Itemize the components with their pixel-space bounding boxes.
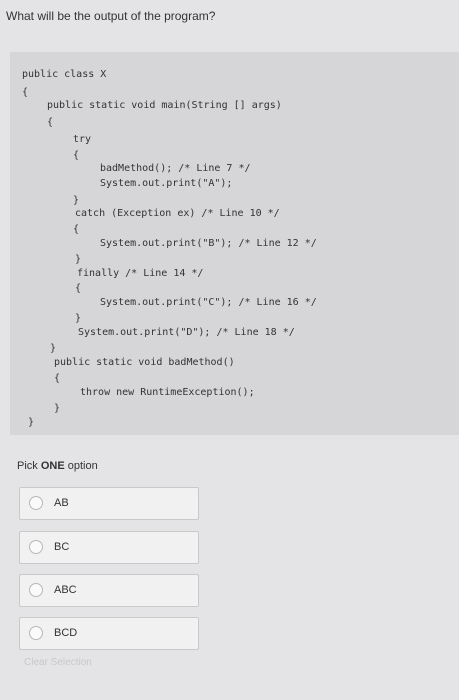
code-line: System.out.print("C"); /* Line 16 */ bbox=[100, 297, 317, 308]
code-line: { bbox=[54, 373, 61, 384]
radio-button[interactable] bbox=[29, 496, 43, 510]
code-line: } bbox=[54, 403, 61, 414]
option-ab[interactable]: AB bbox=[19, 487, 199, 520]
code-line: throw new RuntimeException(); bbox=[80, 387, 255, 398]
option-abc[interactable]: ABC bbox=[19, 574, 199, 607]
option-bc[interactable]: BC bbox=[19, 531, 199, 564]
code-line: catch (Exception ex) /* Line 10 */ bbox=[75, 208, 280, 219]
code-line: { bbox=[73, 224, 80, 235]
pick-suffix: option bbox=[64, 460, 98, 472]
code-line: System.out.print("B"); /* Line 12 */ bbox=[100, 238, 317, 249]
question-text: What will be the output of the program? bbox=[6, 9, 216, 23]
code-line: finally /* Line 14 */ bbox=[77, 268, 204, 279]
code-line: public static void badMethod() bbox=[54, 357, 235, 368]
code-line: } bbox=[50, 343, 57, 354]
code-line: public class X bbox=[22, 69, 107, 80]
code-line: { bbox=[47, 117, 54, 128]
code-line: System.out.print("A"); bbox=[100, 178, 233, 189]
radio-button[interactable] bbox=[29, 583, 43, 597]
code-line: try bbox=[73, 134, 92, 145]
code-line: System.out.print("D"); /* Line 18 */ bbox=[78, 327, 295, 338]
code-line: } bbox=[75, 313, 82, 324]
option-label: AB bbox=[54, 497, 69, 509]
option-label: BC bbox=[54, 541, 70, 553]
code-line: { bbox=[22, 87, 29, 98]
option-label: ABC bbox=[54, 584, 77, 596]
option-label: BCD bbox=[54, 627, 78, 639]
pick-prefix: Pick bbox=[17, 460, 41, 472]
code-line: badMethod(); /* Line 7 */ bbox=[100, 163, 251, 174]
clear-selection-link[interactable]: Clear Selection bbox=[24, 657, 92, 668]
code-line: public static void main(String [] args) bbox=[47, 100, 282, 111]
radio-button[interactable] bbox=[29, 540, 43, 554]
radio-button[interactable] bbox=[29, 626, 43, 640]
option-bcd[interactable]: BCD bbox=[19, 617, 199, 650]
pick-instruction: Pick ONE option bbox=[17, 460, 98, 472]
code-line: { bbox=[73, 150, 80, 161]
code-line: } bbox=[73, 195, 80, 206]
code-line: } bbox=[75, 254, 82, 265]
pick-bold: ONE bbox=[40, 460, 65, 472]
code-line: } bbox=[28, 417, 35, 428]
code-line: { bbox=[75, 283, 82, 294]
